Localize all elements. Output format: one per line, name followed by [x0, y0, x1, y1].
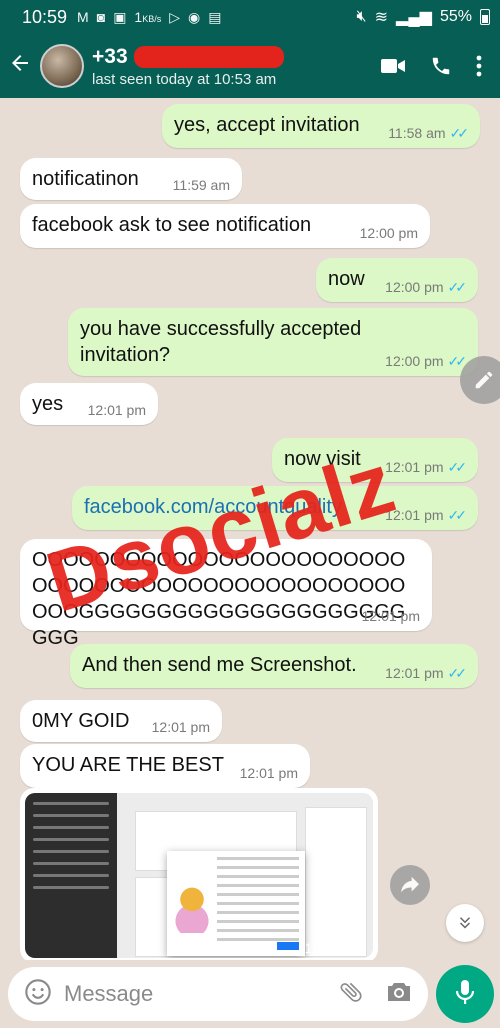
message-time: 12:01 pm — [385, 506, 444, 523]
contact-number: +33 — [92, 44, 128, 68]
attach-icon[interactable] — [338, 979, 364, 1010]
play-icon: ▷ — [169, 8, 181, 25]
message-bubble[interactable]: facebook.com/accountquality 12:01 pm ✓✓ — [72, 486, 478, 530]
gmail-icon: M — [77, 8, 89, 25]
message-bubble[interactable]: And then send me Screenshot. 12:01 pm ✓✓ — [70, 644, 478, 688]
contact-info[interactable]: +33 last seen today at 10:53 am — [92, 45, 284, 88]
back-arrow-icon[interactable] — [8, 51, 40, 82]
read-ticks-icon: ✓✓ — [449, 124, 470, 141]
last-seen: last seen today at 10:53 am — [92, 70, 277, 88]
message-placeholder: Message — [64, 981, 154, 1006]
more-options-icon[interactable] — [476, 55, 482, 77]
data-speed-unit: KB/s — [142, 13, 162, 24]
message-text: notificatinon — [32, 168, 139, 190]
voice-call-icon[interactable] — [430, 55, 452, 77]
message-text: OOOOOOOOOOOOOOOOOOOOOOOOOOOOOOOOOOOOOOOO… — [32, 549, 406, 649]
screenshot-sidebar — [25, 793, 117, 958]
message-time: 11:59 am — [172, 176, 230, 193]
battery-icon — [480, 9, 490, 25]
notification-icons: M ◙ ▣ 1KB/s ▷ ◉ ▤ — [77, 9, 221, 26]
read-ticks-icon: ✓✓ — [447, 506, 468, 523]
message-time: 12:01 pm — [361, 607, 420, 624]
chat-header: +33 last seen today at 10:53 am — [0, 34, 500, 98]
read-ticks-icon: ✓✓ — [447, 664, 468, 681]
message-time: 12:01 pm — [87, 401, 146, 418]
redaction-mark — [133, 45, 284, 68]
data-speed-icon: 1KB/s — [134, 9, 161, 26]
message-time: 12:01 pm — [385, 664, 444, 681]
message-text: And then send me Screenshot. — [82, 654, 357, 676]
message-icon: ▤ — [208, 8, 222, 25]
message-text: you have successfully accepted invitatio… — [80, 318, 362, 366]
mute-icon: 🔇︎ — [356, 8, 367, 25]
message-time: 12:01 pm — [239, 764, 298, 781]
message-time: 11:58 am — [388, 124, 446, 141]
microphone-icon — [454, 978, 476, 1011]
image-message[interactable]: 12:02 pm — [20, 788, 378, 963]
emoji-icon[interactable] — [24, 978, 52, 1011]
camera-icon[interactable] — [386, 981, 412, 1008]
message-input[interactable]: Message — [8, 967, 428, 1021]
message-link[interactable]: facebook.com/accountquality — [84, 496, 342, 518]
wifi-icon: ≋ — [374, 9, 389, 26]
message-bubble[interactable]: yes 12:01 pm — [20, 383, 158, 425]
app-icon: ◙ — [96, 8, 106, 25]
battery-percent: 55% — [439, 8, 472, 25]
screenshot-modal — [167, 851, 305, 956]
video-call-icon[interactable] — [380, 56, 406, 76]
screenshot-panel — [305, 807, 367, 957]
screenshot-thumbnail[interactable]: 12:02 pm — [25, 793, 373, 958]
avatar[interactable] — [40, 44, 84, 88]
header-actions — [380, 55, 482, 77]
status-bar: 10:59 M ◙ ▣ 1KB/s ▷ ◉ ▤ 🔇︎ ≋ ▂▄▆ 55% — [0, 0, 500, 34]
message-bubble[interactable]: OOOOOOOOOOOOOOOOOOOOOOOOOOOOOOOOOOOOOOOO… — [20, 539, 432, 649]
message-time: 12:00 pm — [385, 278, 444, 295]
message-bubble[interactable]: YOU ARE THE BEST 12:01 pm — [20, 744, 310, 788]
scroll-down-icon[interactable] — [446, 904, 484, 942]
message-bubble[interactable]: notificatinon 11:59 am — [20, 158, 242, 200]
status-time: 10:59 — [22, 6, 68, 27]
input-actions — [338, 979, 412, 1010]
read-ticks-icon: ✓✓ — [447, 352, 468, 369]
message-text: yes — [32, 393, 64, 415]
message-bubble[interactable]: 0MY GOID 12:01 pm — [20, 700, 222, 742]
location-icon: ◉ — [188, 8, 201, 25]
message-text: now — [328, 268, 365, 290]
input-bar: Message — [0, 960, 500, 1028]
contact-name: +33 — [92, 45, 284, 69]
signal-icon: ▂▄▆ — [396, 9, 432, 26]
illustration — [173, 885, 211, 933]
edit-pencil-icon[interactable] — [460, 356, 500, 404]
message-time: 12:01 pm — [151, 718, 210, 735]
message-time: 12:01 pm — [385, 458, 444, 475]
message-bubble[interactable]: facebook ask to see notification 12:00 p… — [20, 204, 430, 248]
message-bubble[interactable]: now 12:00 pm ✓✓ — [316, 258, 478, 302]
message-bubble[interactable]: now visit 12:01 pm ✓✓ — [272, 438, 478, 482]
message-time: 12:00 pm — [385, 352, 444, 369]
read-ticks-icon: ✓✓ — [447, 458, 468, 475]
message-time: 12:02 pm — [304, 940, 363, 956]
message-bubble[interactable]: you have successfully accepted invitatio… — [68, 308, 478, 376]
system-icons: 🔇︎ ≋ ▂▄▆ 55% — [357, 7, 490, 27]
message-time: 12:00 pm — [359, 224, 418, 241]
message-text: now visit — [284, 448, 361, 470]
image-icon: ▣ — [113, 8, 127, 25]
message-bubble[interactable]: yes, accept invitation 11:58 am ✓✓ — [162, 104, 480, 148]
read-ticks-icon: ✓✓ — [447, 278, 468, 295]
message-text: YOU ARE THE BEST — [32, 754, 224, 776]
message-text: yes, accept invitation — [174, 114, 360, 136]
forward-share-icon[interactable] — [390, 865, 430, 905]
message-text: facebook ask to see notification — [32, 214, 312, 236]
mic-button[interactable] — [436, 965, 494, 1023]
message-text: 0MY GOID — [32, 710, 130, 732]
